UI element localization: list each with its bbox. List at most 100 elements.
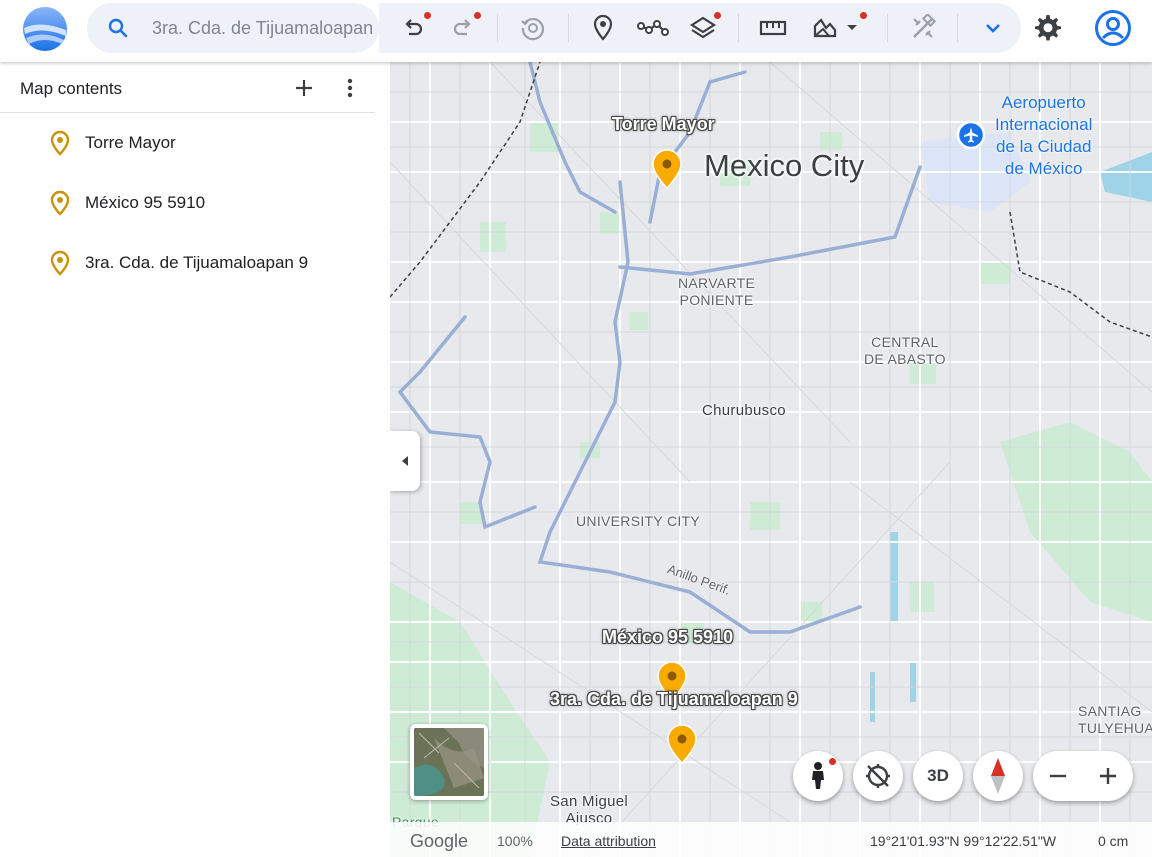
terrain-menu-button[interactable] <box>807 3 867 53</box>
redo-button[interactable] <box>447 3 481 53</box>
placemark-label[interactable]: Torre Mayor <box>612 114 715 135</box>
minus-icon <box>1050 774 1066 778</box>
map-style-thumbnail[interactable] <box>410 724 488 800</box>
placemark-label[interactable]: 3ra. Cda. de Tijuamaloapan 9 <box>550 689 798 710</box>
zoom-in-button[interactable] <box>1083 751 1133 801</box>
airport-label-line: Aeropuerto <box>1001 93 1086 112</box>
neighborhood-label-line: CENTRAL <box>871 334 939 350</box>
tools-button[interactable] <box>906 3 940 53</box>
placemark-icon <box>50 190 70 216</box>
3d-toggle-button[interactable]: 3D <box>913 751 963 801</box>
undo-icon <box>405 19 423 36</box>
ruler-icon <box>759 20 787 36</box>
map-layers-button[interactable] <box>687 3 721 53</box>
notification-dot <box>860 12 867 19</box>
toggle-tilt-button[interactable] <box>853 751 903 801</box>
airport-label-line: de la Ciudad <box>995 137 1092 156</box>
map-contents-panel: Map contents Torre Mayor México 95 5910 … <box>0 62 390 857</box>
account-icon[interactable] <box>1094 9 1132 47</box>
placemark-icon <box>50 250 70 276</box>
layers-icon <box>689 16 717 39</box>
notification-dot <box>829 758 836 765</box>
no-tilt-icon <box>866 764 890 788</box>
toolbar <box>379 3 1021 53</box>
neighborhood-label: CENTRAL DE ABASTO <box>864 334 946 368</box>
toolbar-divider <box>568 14 569 42</box>
placemark-pin-icon[interactable] <box>651 148 683 192</box>
neighborhood-label: NARVARTE PONIENTE <box>678 275 755 309</box>
street-view-button[interactable] <box>793 751 843 801</box>
more-vert-icon[interactable] <box>338 76 362 100</box>
search-bar[interactable] <box>87 3 379 53</box>
neighborhood-label-line: DE ABASTO <box>864 351 946 367</box>
list-item[interactable]: México 95 5910 <box>0 174 375 230</box>
chevron-down-icon <box>847 25 857 30</box>
map-view[interactable]: Mexico City Aeropuerto Internacional de … <box>390 62 1152 857</box>
search-input[interactable] <box>152 17 374 39</box>
chevron-down-icon <box>986 24 1000 33</box>
neighborhood-label-line: SANTIAG <box>1078 703 1142 719</box>
compass-button[interactable] <box>973 751 1023 801</box>
panel-title: Map contents <box>20 79 123 98</box>
placemark-pin-icon[interactable] <box>666 723 698 767</box>
list-item[interactable]: Torre Mayor <box>0 114 375 170</box>
path-icon <box>637 20 669 36</box>
settings-gear-icon[interactable] <box>1031 11 1063 43</box>
toolbar-divider <box>497 14 498 42</box>
tools-icon <box>913 14 937 38</box>
zoom-level: 100% <box>497 833 533 849</box>
neighborhood-label: SANTIAG TULYEHUA <box>1078 703 1152 737</box>
notification-dot <box>424 12 431 19</box>
terrain-icon <box>813 18 837 38</box>
zoom-out-button[interactable] <box>1033 751 1083 801</box>
undo-button[interactable] <box>397 3 431 53</box>
panel-header: Map contents <box>0 62 375 113</box>
historical-imagery-button[interactable] <box>515 3 551 53</box>
list-item[interactable]: 3ra. Cda. de Tijuamaloapan 9 <box>0 234 375 290</box>
top-bar <box>0 0 1152 62</box>
add-placemark-button[interactable] <box>588 3 618 53</box>
neighborhood-label-line: TULYEHUA <box>1078 720 1152 736</box>
neighborhood-label-line: NARVARTE <box>678 275 756 291</box>
scale-readout: 0 cm <box>1098 833 1129 849</box>
notification-dot <box>714 12 721 19</box>
placemark-icon <box>50 130 70 156</box>
google-wordmark: Google <box>410 831 469 851</box>
zoom-control <box>1033 751 1133 801</box>
toolbar-divider <box>887 14 888 42</box>
neighborhood-label: UNIVERSITY CITY <box>576 513 701 529</box>
placemark-label[interactable]: México 95 5910 <box>602 627 733 648</box>
neighborhood-label-line: PONIENTE <box>679 292 754 308</box>
plus-icon <box>1100 768 1116 784</box>
collapse-panel-button[interactable] <box>390 431 420 491</box>
notification-dot <box>474 12 481 19</box>
list-item-label: 3ra. Cda. de Tijuamaloapan 9 <box>85 253 309 272</box>
neighborhood-label-line: San Miguel <box>550 793 629 810</box>
search-icon[interactable] <box>106 16 130 40</box>
chevron-left-icon <box>402 456 408 466</box>
status-bar: Google 100% Data attribution 19°21'01.93… <box>390 822 1152 857</box>
toolbar-divider <box>738 14 739 42</box>
expand-toolbar-button[interactable] <box>977 3 1009 53</box>
airport-label-line: de México <box>1004 159 1083 178</box>
data-attribution-link[interactable]: Data attribution <box>561 833 656 849</box>
toolbar-divider <box>957 14 958 42</box>
measure-button[interactable] <box>756 3 790 53</box>
google-earth-logo[interactable] <box>20 4 70 54</box>
list-item-label: México 95 5910 <box>85 193 206 212</box>
neighborhood-label: Churubusco <box>702 402 786 419</box>
satellite-preview-image <box>414 728 484 796</box>
history-icon <box>521 18 544 41</box>
add-icon[interactable] <box>292 76 316 100</box>
redo-icon <box>453 19 471 36</box>
city-label: Mexico City <box>704 148 865 183</box>
placemark-icon <box>593 14 613 41</box>
coordinates-readout: 19°21'01.93"N 99°12'22.51"W <box>870 833 1057 849</box>
airport-label-line: Internacional <box>995 115 1093 134</box>
list-item-label: Torre Mayor <box>85 133 176 152</box>
draw-path-button[interactable] <box>636 3 670 53</box>
pegman-icon <box>812 762 824 789</box>
compass-icon <box>991 758 1005 794</box>
airport-label: Aeropuerto Internacional de la Ciudad de… <box>995 92 1092 180</box>
airport-icon[interactable] <box>956 120 986 156</box>
